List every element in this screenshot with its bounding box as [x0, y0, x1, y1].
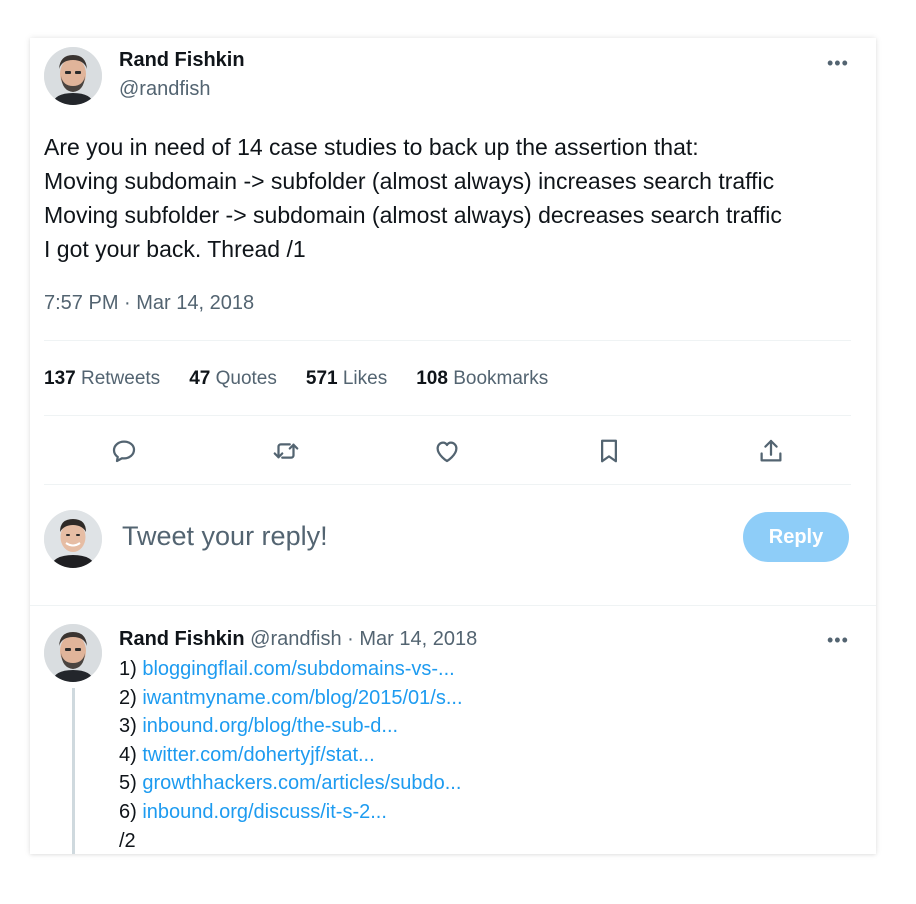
likes-count: 571: [305, 368, 338, 389]
tweet-text-line: I got your back. Thread /1: [44, 236, 306, 262]
divider: [30, 605, 876, 606]
divider: [44, 340, 851, 341]
tweet-text-line: Moving subdomain -> subfolder (almost al…: [44, 168, 775, 194]
share-icon[interactable]: [754, 434, 788, 468]
thread-more-options-icon[interactable]: •••: [827, 631, 849, 649]
thread-author-name[interactable]: Rand Fishkin: [119, 628, 245, 650]
divider: [44, 484, 851, 485]
thread-tweet-header: Rand Fishkin @randfish · Mar 14, 2018: [119, 628, 477, 651]
likes-stat[interactable]: 571 Likes: [306, 368, 387, 390]
quotes-label: Quotes: [215, 368, 277, 389]
list-item: 1) bloggingflail.com/subdomains-vs-...: [119, 658, 455, 680]
thread-footer: /2: [119, 829, 136, 852]
thread-tweet-date[interactable]: · Mar 14, 2018: [347, 628, 477, 650]
retweet-icon[interactable]: [269, 434, 303, 468]
like-heart-icon[interactable]: [430, 434, 464, 468]
thread-tweet-text: 1) bloggingflail.com/subdomains-vs-... 2…: [119, 655, 463, 854]
tweet-text-line: Are you in need of 14 case studies to ba…: [44, 134, 699, 160]
likes-label: Likes: [342, 368, 388, 389]
list-item: 4) twitter.com/dohertyjf/stat...: [119, 743, 375, 766]
list-item: 2) iwantmyname.com/blog/2015/01/s...: [119, 686, 463, 709]
bookmarks-stat[interactable]: 108 Bookmarks: [416, 368, 548, 390]
link[interactable]: bloggingflail.com/subdomains-vs-...: [142, 658, 454, 680]
quotes-stat[interactable]: 47 Quotes: [189, 368, 277, 390]
list-item: 3) inbound.org/blog/the-sub-d...: [119, 715, 399, 738]
thread-connector-line: [72, 688, 75, 854]
tweet-card: Rand Fishkin @randfish ••• Are you in ne…: [30, 38, 876, 854]
tweet-text: Are you in need of 14 case studies to ba…: [44, 130, 782, 266]
author-handle[interactable]: @randfish: [119, 78, 210, 101]
quotes-count: 47: [189, 368, 211, 389]
bookmarks-count: 108: [416, 368, 448, 389]
divider: [44, 415, 851, 416]
list-item: 6) inbound.org/discuss/it-s-2...: [119, 800, 387, 823]
list-item: 5) growthhackers.com/articles/subdo...: [119, 772, 462, 795]
retweets-count: 137: [44, 368, 76, 389]
retweets-stat[interactable]: 137 Retweets: [44, 368, 160, 390]
reply-button[interactable]: Reply: [743, 512, 849, 562]
author-avatar[interactable]: [44, 47, 102, 105]
link[interactable]: iwantmyname.com/blog/2015/01/s...: [142, 687, 462, 709]
author-name[interactable]: Rand Fishkin: [119, 49, 245, 72]
thread-author-handle[interactable]: @randfish: [250, 628, 341, 650]
reply-input[interactable]: Tweet your reply!: [122, 521, 328, 552]
tweet-stats: 137 Retweets 47 Quotes 571 Likes 108 Boo…: [44, 368, 577, 390]
link[interactable]: twitter.com/dohertyjf/stat...: [142, 744, 374, 766]
more-options-icon[interactable]: •••: [827, 54, 849, 72]
current-user-avatar[interactable]: [44, 510, 102, 568]
bookmark-icon[interactable]: [592, 434, 626, 468]
link[interactable]: growthhackers.com/articles/subdo...: [142, 772, 461, 794]
link[interactable]: inbound.org/blog/the-sub-d...: [142, 715, 398, 737]
reply-icon[interactable]: [107, 434, 141, 468]
bookmarks-label: Bookmarks: [453, 368, 549, 389]
retweets-label: Retweets: [80, 368, 161, 389]
link[interactable]: inbound.org/discuss/it-s-2...: [142, 801, 387, 823]
thread-author-avatar[interactable]: [44, 624, 102, 682]
tweet-text-line: Moving subfolder -> subdomain (almost al…: [44, 202, 782, 228]
tweet-timestamp[interactable]: 7:57 PM · Mar 14, 2018: [44, 292, 254, 315]
